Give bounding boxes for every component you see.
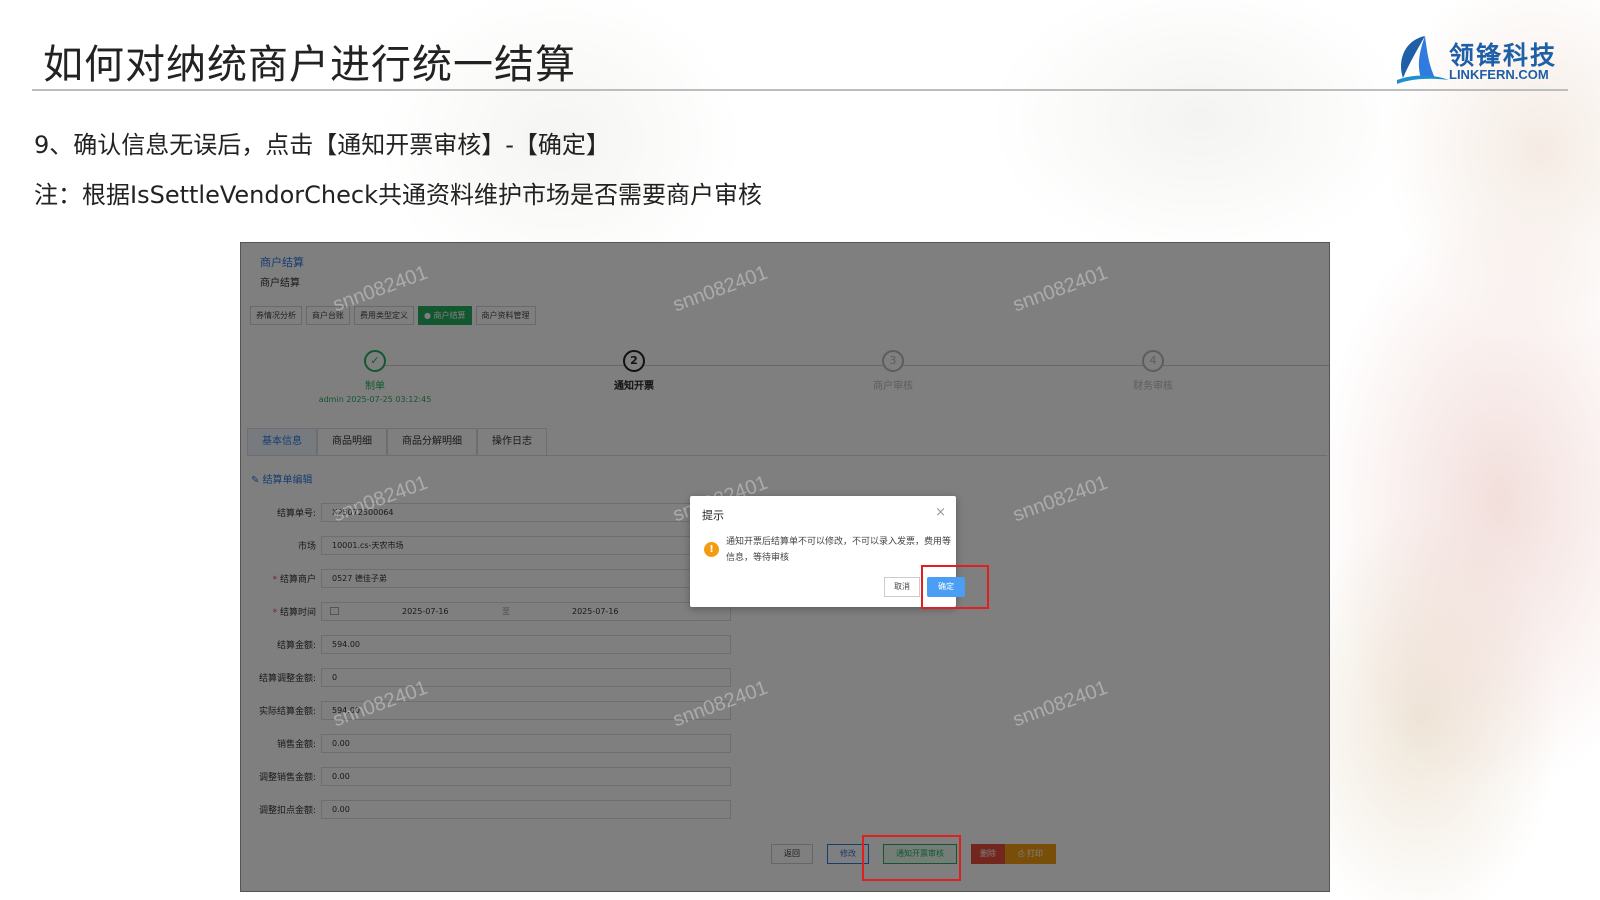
instruction-note: 注：根据IsSettleVendorCheck共通资料维护市场是否需要商户审核: [34, 181, 762, 209]
dialog-title: 提示: [702, 509, 724, 522]
slide-title: 如何对纳统商户进行统一结算: [43, 42, 576, 88]
dialog-message: 通知开票后结算单不可以修改，不可以录入发票，费用等信息，等待审核: [726, 537, 952, 563]
confirm-dialog: 提示 × ! 通知开票后结算单不可以修改，不可以录入发票，费用等信息，等待审核 …: [690, 496, 965, 607]
warning-icon: !: [704, 542, 719, 557]
app-screenshot: 商户结算 商户结算 券情况分析 商户台账 费用类型定义 ● 商户结算 商户资料管…: [240, 242, 1330, 892]
cancel-button[interactable]: 取消: [884, 577, 920, 597]
close-icon[interactable]: ×: [935, 505, 946, 520]
slide: 如何对纳统商户进行统一结算 领锋科技 LINKFERN.COM 9、确认信息无误…: [0, 0, 1600, 900]
company-logo: 领锋科技 LINKFERN.COM: [1395, 34, 1567, 88]
highlight-notify: [862, 835, 961, 881]
logo-text-en: LINKFERN.COM: [1449, 67, 1549, 82]
highlight-confirm: [921, 565, 989, 609]
title-divider: [32, 89, 1568, 91]
sail-logo-icon: [1397, 36, 1449, 84]
instruction-step: 9、确认信息无误后，点击【通知开票审核】-【确定】: [34, 131, 610, 159]
